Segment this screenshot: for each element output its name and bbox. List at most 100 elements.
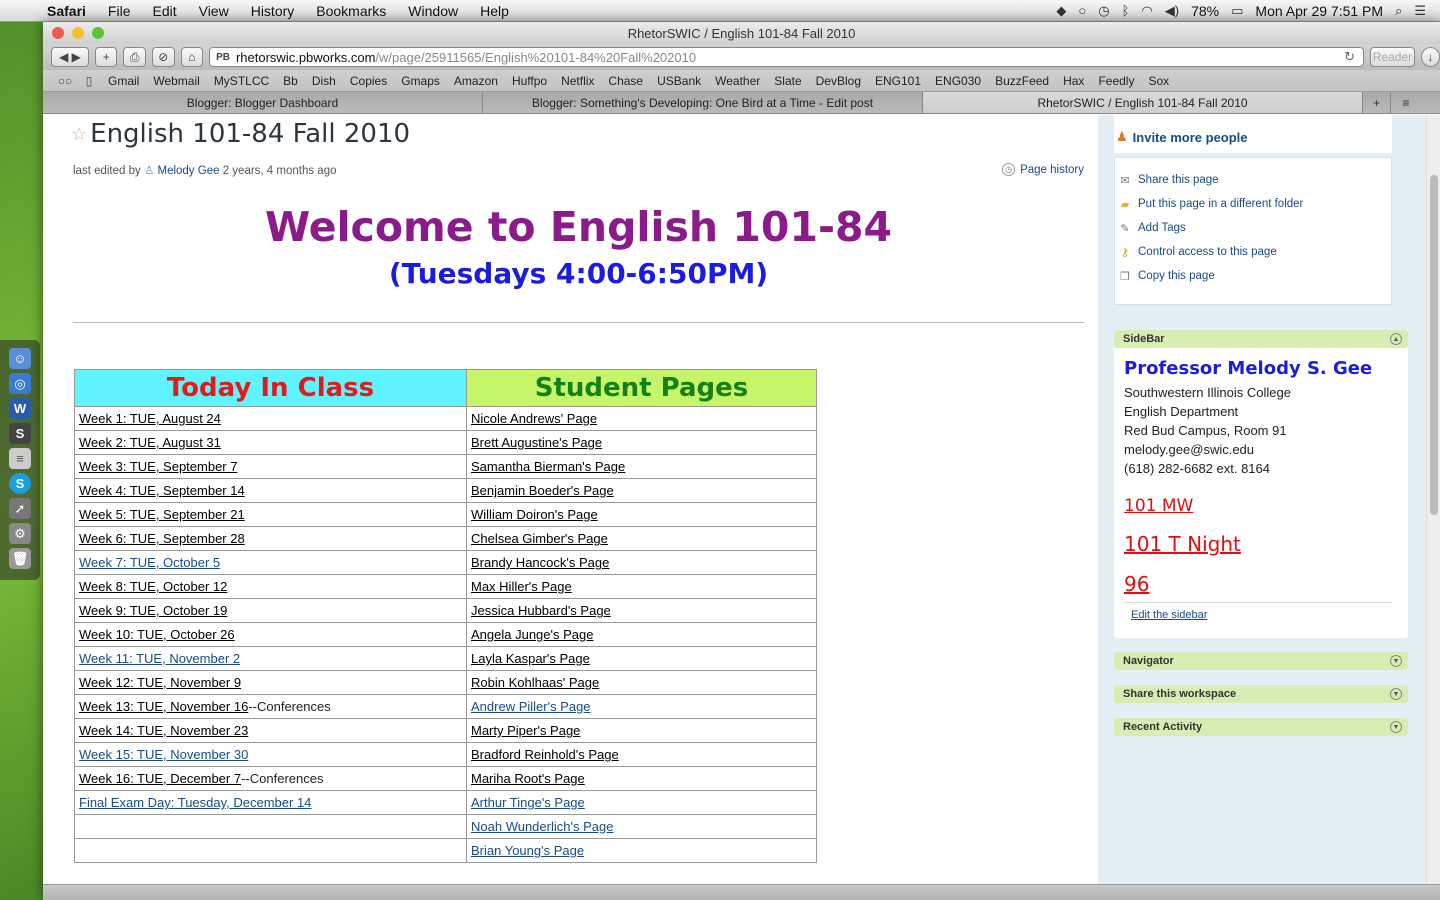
student-page-link[interactable]: Layla Kaspar's Page — [471, 651, 590, 666]
student-page-link[interactable]: Angela Junge's Page — [471, 627, 593, 642]
expand-icon[interactable]: ▼ — [1390, 655, 1402, 667]
bookmark-item[interactable]: ENG101 — [868, 74, 928, 88]
bookmark-item[interactable]: Dish — [305, 74, 343, 88]
bookmark-item[interactable]: Bb — [276, 74, 305, 88]
copy-page-action[interactable]: ❐ Copy this page — [1115, 264, 1391, 288]
bookmarklet-icon[interactable]: ⊘ — [152, 47, 175, 67]
student-page-link[interactable]: Jessica Hubbard's Page — [471, 603, 611, 618]
scrivener-icon[interactable]: S — [9, 423, 31, 444]
downloads-icon[interactable]: ↓ — [1420, 47, 1440, 67]
class-day-link[interactable]: Final Exam Day: Tuesday, December 14 — [79, 795, 311, 810]
minimize-window-button[interactable] — [72, 27, 84, 39]
star-icon[interactable]: ☆ — [71, 124, 87, 145]
bookmark-item[interactable]: Netflix — [554, 74, 601, 88]
bookmark-item[interactable]: Sox — [1141, 74, 1176, 88]
class-day-link[interactable]: Week 10: TUE, October 26 — [79, 627, 235, 642]
menu-app[interactable]: Safari — [36, 3, 97, 19]
student-page-link[interactable]: Bradford Reinhold's Page — [471, 747, 619, 762]
menu-window[interactable]: Window — [397, 3, 469, 19]
add-tags-action[interactable]: ✎ Add Tags — [1115, 216, 1391, 240]
bookmark-item[interactable]: Webmail — [146, 74, 206, 88]
student-page-link[interactable]: Benjamin Boeder's Page — [471, 483, 614, 498]
class-day-link[interactable]: Week 1: TUE, August 24 — [79, 411, 221, 426]
student-page-link[interactable]: Marty Piper's Page — [471, 723, 580, 738]
editor-link[interactable]: Melody Gee — [157, 165, 219, 177]
bookmark-item[interactable]: DevBlog — [809, 74, 868, 88]
new-tab-icon[interactable]: + — [1363, 92, 1391, 113]
collapse-icon[interactable]: ▲ — [1390, 333, 1402, 345]
bookmark-item[interactable]: Feedly — [1091, 74, 1141, 88]
safari-icon[interactable]: ◎ — [9, 373, 31, 394]
class-day-link[interactable]: Week 9: TUE, October 19 — [79, 603, 227, 618]
navigator-panel[interactable]: Navigator ▼ — [1114, 652, 1408, 670]
link-96[interactable]: 96 — [1124, 572, 1408, 596]
tab-blogger-edit-post[interactable]: Blogger: Something's Developing: One Bir… — [483, 92, 923, 113]
sidebar-panel-header[interactable]: SideBar ▲ — [1114, 330, 1408, 348]
student-page-link[interactable]: Noah Wunderlich's Page — [471, 819, 613, 834]
recent-activity-panel[interactable]: Recent Activity ▼ — [1114, 718, 1408, 736]
trash-icon[interactable]: 🗑 — [9, 548, 31, 569]
class-day-link[interactable]: Week 13: TUE, November 16 — [79, 699, 248, 714]
tab-list-icon[interactable]: ≡ — [1391, 92, 1421, 113]
notification-list-icon[interactable]: ☰ — [1414, 3, 1426, 19]
class-day-link[interactable]: Week 7: TUE, October 5 — [79, 555, 220, 570]
skype-icon[interactable]: S — [9, 473, 31, 494]
show-bookmarks-icon[interactable]: ▯ — [77, 74, 101, 88]
bookmark-item[interactable]: USBank — [650, 74, 708, 88]
student-page-link[interactable]: Chelsea Gimber's Page — [471, 531, 608, 546]
back-forward-buttons[interactable]: ◀ ▶ — [51, 47, 89, 67]
student-page-link[interactable]: Robin Kohlhaas' Page — [471, 675, 599, 690]
finder-icon[interactable]: ☺ — [9, 348, 31, 369]
class-day-link[interactable]: Week 8: TUE, October 12 — [79, 579, 227, 594]
close-window-button[interactable] — [52, 27, 64, 39]
student-page-link[interactable]: Brian Young's Page — [471, 843, 584, 858]
class-day-link[interactable]: Week 6: TUE, September 28 — [79, 531, 245, 546]
bookmark-item[interactable]: BuzzFeed — [988, 74, 1056, 88]
share-page-action[interactable]: ✉ Share this page — [1115, 168, 1391, 192]
bookmark-item[interactable]: Amazon — [447, 74, 505, 88]
bookmark-item[interactable]: Hax — [1056, 74, 1091, 88]
bookmark-item[interactable]: Copies — [343, 74, 394, 88]
battery-icon[interactable]: ▭ — [1231, 3, 1243, 19]
notes-icon[interactable]: ≡ — [9, 448, 31, 469]
menubar-clock[interactable]: Mon Apr 29 7:51 PM — [1255, 3, 1383, 19]
student-page-link[interactable]: Max Hiller's Page — [471, 579, 572, 594]
bookmark-item[interactable]: Chase — [601, 74, 650, 88]
class-day-link[interactable]: Week 14: TUE, November 23 — [79, 723, 248, 738]
spotlight-search-icon[interactable]: ⌕ — [1395, 3, 1402, 19]
student-page-link[interactable]: Arthur Tinge's Page — [471, 795, 585, 810]
share-workspace-panel[interactable]: Share this workspace ▼ — [1114, 685, 1408, 703]
home-icon[interactable]: ⌂ — [180, 47, 204, 67]
class-day-link[interactable]: Week 15: TUE, November 30 — [79, 747, 248, 762]
class-day-link[interactable]: Week 16: TUE, December 7 — [79, 771, 241, 786]
print-icon[interactable]: ⎙ — [123, 47, 146, 67]
address-bar[interactable]: PB rhetorswic.pbworks.com /w/page/259115… — [209, 47, 1365, 67]
time-machine-icon[interactable]: ◷ — [1098, 3, 1109, 19]
scrollbar-thumb[interactable] — [1430, 175, 1438, 515]
launchpad-icon[interactable]: ➚ — [9, 498, 31, 519]
bookmark-item[interactable]: Slate — [767, 74, 808, 88]
add-bookmark-button[interactable]: + — [94, 47, 118, 67]
bookmark-item[interactable]: Gmaps — [394, 74, 447, 88]
bluetooth-icon[interactable]: ᛒ — [1122, 3, 1130, 18]
class-day-link[interactable]: Week 2: TUE, August 31 — [79, 435, 221, 450]
word-icon[interactable]: W — [9, 398, 31, 419]
bookmark-item[interactable]: Gmail — [101, 74, 146, 88]
expand-icon[interactable]: ▼ — [1390, 688, 1402, 700]
link-101-mw[interactable]: 101 MW — [1124, 496, 1408, 516]
student-page-link[interactable]: Samantha Bierman's Page — [471, 459, 625, 474]
student-page-link[interactable]: Andrew Piller's Page — [471, 699, 591, 714]
move-folder-action[interactable]: ▰ Put this page in a different folder — [1115, 192, 1391, 216]
menu-edit[interactable]: Edit — [141, 3, 187, 19]
menu-history[interactable]: History — [240, 3, 306, 19]
class-day-link[interactable]: Week 3: TUE, September 7 — [79, 459, 237, 474]
student-page-link[interactable]: William Doiron's Page — [471, 507, 598, 522]
control-access-action[interactable]: ⚷ Control access to this page — [1115, 240, 1391, 264]
menu-file[interactable]: File — [97, 3, 142, 19]
wifi-icon[interactable]: ◠ — [1141, 3, 1152, 19]
menu-view[interactable]: View — [188, 3, 240, 19]
link-101-t-night[interactable]: 101 T Night — [1124, 532, 1408, 556]
invite-people-link[interactable]: ♟ Invite more people — [1116, 129, 1248, 145]
menu-bookmarks[interactable]: Bookmarks — [305, 3, 397, 19]
student-page-link[interactable]: Mariha Root's Page — [471, 771, 585, 786]
